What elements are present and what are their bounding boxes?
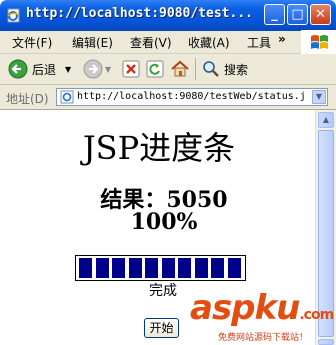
back-arrow-icon [8, 59, 28, 79]
page-title: JSP进度条 [82, 129, 236, 167]
forward-dropdown-icon[interactable]: ▼ [105, 59, 111, 79]
menu-tools[interactable]: 工具 [247, 34, 271, 51]
search-icon [203, 61, 219, 77]
maximize-button[interactable]: □ [287, 4, 308, 25]
progress-bar [75, 255, 246, 281]
site-watermark: aspku.com 免费网站源码下载站！ [190, 288, 336, 345]
address-label: 地址(D) [6, 92, 49, 106]
progress-segment [178, 258, 191, 278]
menu-favorites[interactable]: 收藏(A) [188, 34, 230, 51]
menu-bar: 文件(F) 编辑(E) 查看(V) 收藏(A) 工具 » [0, 30, 336, 54]
search-button[interactable]: 搜索 [202, 59, 248, 79]
page-icon [60, 90, 74, 104]
progress-segment [227, 258, 241, 278]
address-url: http://localhost:9080/testWeb/status.j [77, 91, 306, 102]
progress-segment [79, 258, 92, 278]
menu-more-chevron[interactable]: » [278, 32, 286, 46]
menu-file[interactable]: 文件(F) [12, 34, 52, 51]
forward-arrow-icon [83, 59, 103, 79]
close-button[interactable]: ✕ [310, 4, 331, 25]
back-button[interactable]: 后退 [8, 59, 56, 79]
progress-segment [145, 258, 158, 278]
minimize-icon: _ [271, 7, 278, 22]
home-button[interactable] [170, 59, 190, 79]
refresh-icon [146, 60, 164, 78]
menu-edit[interactable]: 编辑(E) [72, 34, 113, 51]
ie-page-icon [7, 8, 20, 23]
title-bar[interactable]: http://localhost:9080/test... _ □ ✕ [0, 0, 336, 31]
minimize-button[interactable]: _ [264, 4, 285, 25]
address-dropdown-icon[interactable]: ▼ [312, 90, 326, 104]
percent-text: 100% [130, 209, 198, 235]
progress-segment [161, 258, 175, 278]
stop-button[interactable] [122, 59, 140, 79]
progress-segment [112, 258, 125, 278]
windows-logo-icon [301, 30, 336, 54]
toolbar-separator [195, 58, 196, 80]
refresh-button[interactable] [146, 59, 164, 79]
progress-segment [211, 258, 224, 278]
stop-icon [122, 60, 140, 78]
window-title: http://localhost:9080/test... [26, 6, 253, 21]
progress-segment [194, 258, 208, 278]
toolbar: 后退 ▼ ▼ 搜索 [0, 54, 336, 85]
back-dropdown-icon[interactable]: ▼ [65, 59, 71, 79]
forward-button[interactable] [83, 59, 103, 79]
watermark-tagline: 免费网站源码下载站！ [218, 333, 309, 343]
progress-segment [128, 258, 142, 278]
menu-view[interactable]: 查看(V) [130, 34, 172, 51]
address-bar: 地址(D) http://localhost:9080/testWeb/stat… [0, 85, 336, 110]
back-label: 后退 [32, 62, 57, 77]
start-button[interactable]: 开始 [144, 318, 179, 338]
watermark-logo: aspku.com [190, 288, 334, 328]
home-icon [171, 60, 189, 77]
search-label: 搜索 [224, 62, 249, 77]
address-input[interactable]: http://localhost:9080/testWeb/status.j ▼ [56, 88, 328, 106]
close-icon: ✕ [315, 7, 326, 22]
progress-segment [95, 258, 109, 278]
maximize-icon: □ [291, 7, 304, 22]
scroll-up-icon[interactable]: ▲ [318, 112, 334, 128]
